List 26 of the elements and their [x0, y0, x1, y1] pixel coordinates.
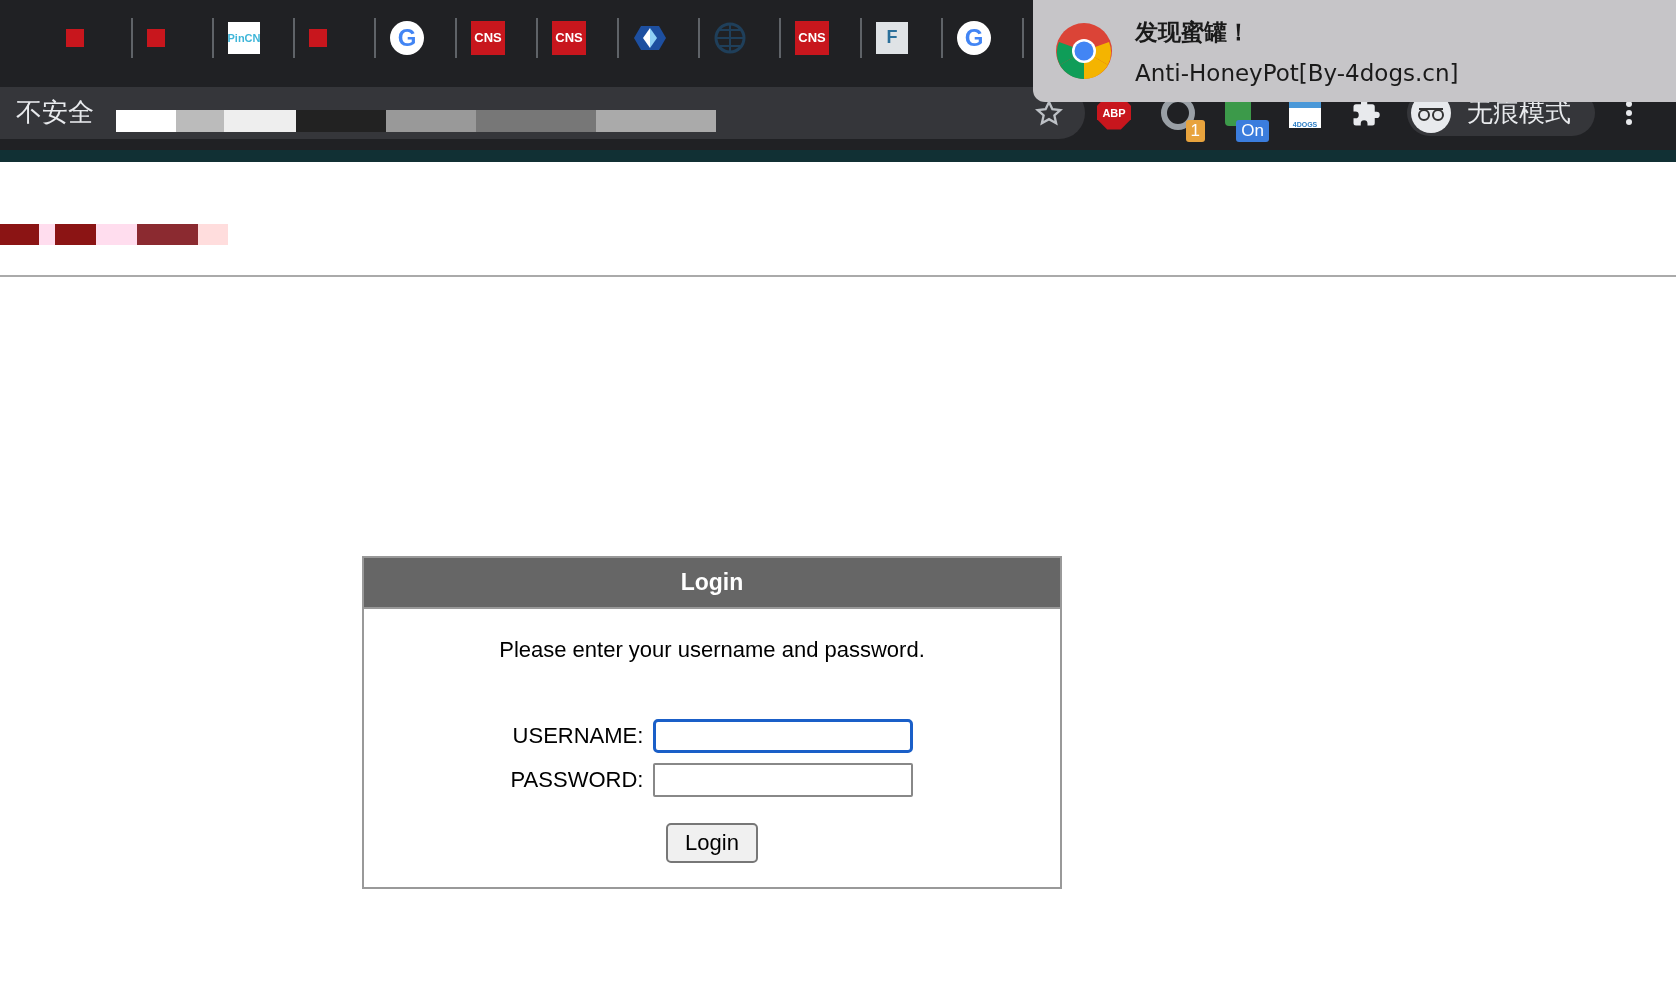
address-bar[interactable]: 不安全 — [0, 86, 1085, 139]
google-favicon-icon[interactable]: G — [390, 20, 424, 55]
input-field[interactable] — [653, 763, 914, 797]
bookmark-favicon-icon[interactable] — [147, 28, 165, 47]
bookmark-favicon-icon[interactable]: CNS — [471, 20, 505, 55]
field-label: USERNAME: — [511, 723, 644, 749]
security-label[interactable]: 不安全 — [16, 95, 94, 130]
notification-popup[interactable]: 发现蜜罐！ Anti-HoneyPot[By-4dogs.cn] — [1033, 0, 1676, 102]
login-button[interactable]: Login — [666, 823, 758, 863]
bookmark-favicon-icon[interactable]: CNS — [552, 20, 586, 55]
google-favicon-icon[interactable]: G — [957, 20, 991, 55]
bookmark-favicon-icon[interactable] — [309, 28, 327, 47]
login-title: Login — [364, 558, 1060, 609]
bookmark-favicon-icon[interactable]: CNS — [795, 20, 829, 55]
bookmark-favicon-icon[interactable] — [66, 28, 84, 47]
hexagon-favicon-icon[interactable] — [633, 23, 667, 52]
status-badge: On — [1236, 119, 1269, 142]
field-label: PASSWORD: — [510, 767, 644, 793]
notification-title: 发现蜜罐！ — [1135, 17, 1251, 47]
count-badge: 1 — [1185, 119, 1205, 142]
chrome-logo-icon — [1055, 22, 1113, 80]
input-field[interactable] — [653, 719, 914, 753]
bookmark-favicon-icon[interactable]: F — [876, 21, 908, 54]
menu-icon[interactable] — [1625, 99, 1633, 126]
notification-message: Anti-HoneyPot[By-4dogs.cn] — [1135, 59, 1459, 86]
login-prompt: Please enter your username and password. — [499, 637, 925, 663]
